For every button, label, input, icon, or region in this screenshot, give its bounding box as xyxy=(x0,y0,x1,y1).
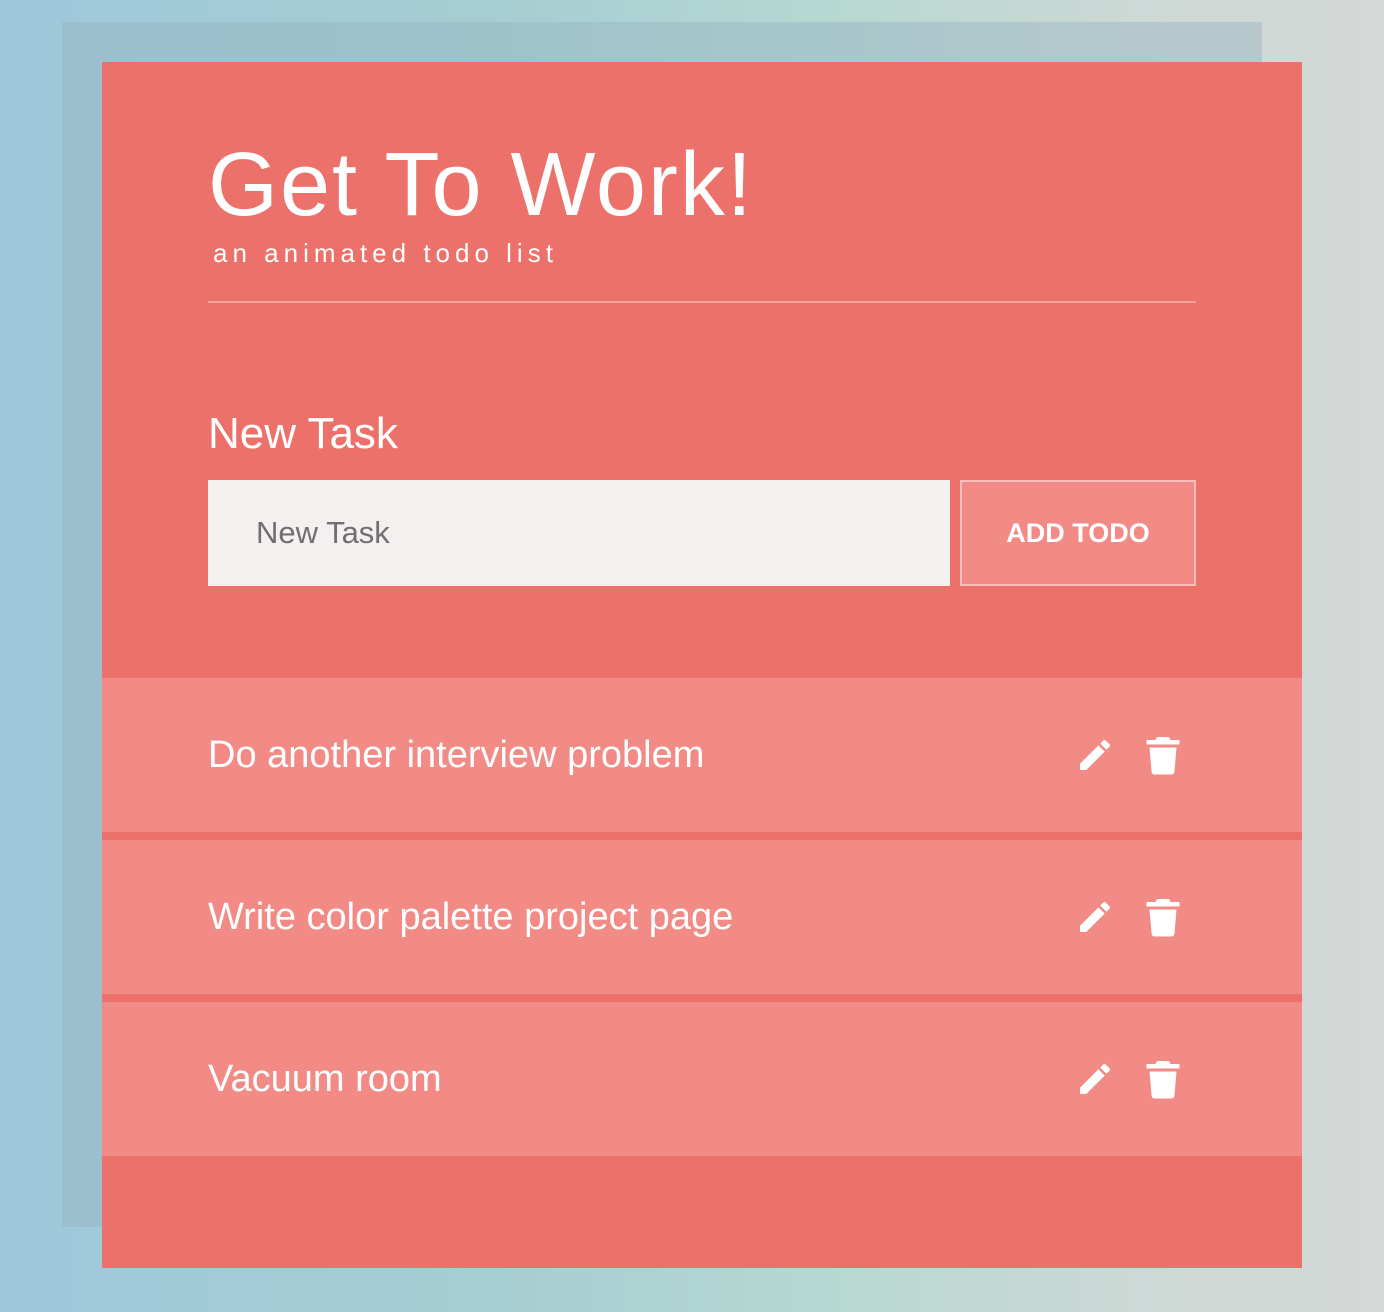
todo-text: Write color palette project page xyxy=(208,896,734,938)
header-divider xyxy=(208,301,1196,303)
todo-item[interactable]: Do another interview problem xyxy=(102,678,1302,832)
pencil-icon[interactable] xyxy=(1074,1058,1116,1100)
add-todo-button[interactable]: ADD TODO xyxy=(960,480,1196,586)
new-task-input[interactable] xyxy=(208,480,950,586)
todo-text: Vacuum room xyxy=(208,1058,442,1100)
todo-actions xyxy=(1074,734,1184,776)
trash-icon[interactable] xyxy=(1142,734,1184,776)
pencil-icon[interactable] xyxy=(1074,734,1116,776)
app-header: Get To Work! an animated todo list xyxy=(208,140,1196,266)
todo-item[interactable]: Vacuum room xyxy=(102,1002,1302,1156)
page-title: Get To Work! xyxy=(208,135,754,235)
pencil-icon[interactable] xyxy=(1074,896,1116,938)
new-task-label: New Task xyxy=(208,409,398,458)
trash-icon[interactable] xyxy=(1142,1058,1184,1100)
todo-list: Do another interview problem Write color… xyxy=(102,678,1302,1164)
trash-icon[interactable] xyxy=(1142,896,1184,938)
page-subtitle: an animated todo list xyxy=(213,238,558,268)
todo-app-card: Get To Work! an animated todo list New T… xyxy=(102,62,1302,1268)
todo-text: Do another interview problem xyxy=(208,734,705,776)
todo-actions xyxy=(1074,1058,1184,1100)
todo-item[interactable]: Write color palette project page xyxy=(102,840,1302,994)
todo-actions xyxy=(1074,896,1184,938)
